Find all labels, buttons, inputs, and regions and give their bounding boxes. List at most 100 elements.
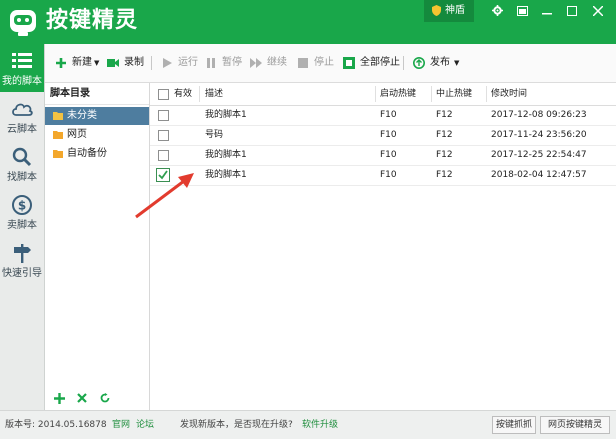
cloud-icon: [12, 103, 33, 116]
nav-label: 卖脚本: [7, 220, 37, 231]
continue-button[interactable]: 继续: [250, 44, 290, 82]
row-stop-hotkey: F12: [436, 150, 453, 160]
column-header-start-hotkey[interactable]: 启动热键: [380, 83, 416, 105]
key-capture-button[interactable]: 按键抓抓: [492, 416, 536, 434]
tree-item-uncategorized[interactable]: 未分类: [45, 107, 149, 125]
status-bar: 版本号: 2014.05.16878 官网 论坛 发现新版本，是否现在升级? 软…: [0, 410, 616, 439]
close-icon: [77, 393, 87, 403]
publish-icon: [413, 57, 425, 69]
add-folder-button[interactable]: [52, 393, 66, 407]
nav-label: 我的脚本: [2, 76, 42, 87]
table-row[interactable]: 号码 F10 F12 2017-11-24 23:56:20: [150, 126, 616, 146]
app-title: 按键精灵: [46, 8, 139, 33]
row-checkbox[interactable]: [158, 150, 169, 161]
row-start-hotkey: F10: [380, 150, 397, 160]
delete-folder-button[interactable]: [75, 393, 89, 407]
settings-button[interactable]: [488, 3, 506, 19]
minimize-button[interactable]: [538, 3, 556, 19]
skin-button[interactable]: [513, 3, 531, 19]
folder-icon: [53, 150, 63, 158]
refresh-button[interactable]: [98, 393, 112, 407]
tree-item-label: 网页: [67, 129, 87, 140]
stop-all-label: 全部停止: [360, 57, 400, 68]
robot-logo-icon: [10, 10, 36, 36]
publish-button[interactable]: 发布 ▼: [413, 44, 463, 82]
row-modified-time: 2017-12-25 22:54:47: [491, 150, 587, 160]
table-row[interactable]: 我的脚本1 F10 F12 2018-02-04 12:47:57: [150, 166, 616, 186]
title-bar: 按键精灵 神盾: [0, 0, 616, 44]
forum-link[interactable]: 论坛: [136, 411, 154, 439]
nav-find-scripts[interactable]: 找脚本: [0, 140, 44, 188]
row-modified-time: 2017-12-08 09:26:23: [491, 110, 587, 120]
nav-label: 快速引导: [2, 268, 42, 279]
stop-button[interactable]: 停止: [297, 44, 334, 82]
shield-button[interactable]: 神盾: [424, 0, 474, 22]
row-modified-time: 2018-02-04 12:47:57: [491, 170, 587, 180]
tree-footer: [45, 390, 149, 410]
run-button[interactable]: 运行: [161, 44, 198, 82]
search-icon: [12, 147, 32, 167]
upgrade-link[interactable]: 软件升级: [302, 411, 338, 439]
script-table: 有效 描述 启动热键 中止热键 修改时间 我的脚本1 F10 F12 2017-…: [150, 83, 616, 410]
row-description: 我的脚本1: [205, 150, 247, 160]
list-icon: [12, 53, 32, 68]
nav-cloud-scripts[interactable]: 云脚本: [0, 92, 44, 140]
row-start-hotkey: F10: [380, 170, 397, 180]
pause-label: 暂停: [222, 57, 242, 68]
nav-label: 云脚本: [7, 124, 37, 135]
row-description: 我的脚本1: [205, 170, 247, 180]
column-header-enabled[interactable]: 有效: [174, 83, 192, 105]
web-macro-button[interactable]: 网页按键精灵: [540, 416, 610, 434]
maximize-button[interactable]: [563, 3, 581, 19]
column-divider: [486, 86, 487, 102]
stop-all-icon: [343, 57, 355, 69]
row-checkbox[interactable]: [158, 110, 169, 121]
plus-icon: [53, 393, 65, 404]
maximize-icon: [567, 6, 577, 16]
column-divider: [199, 86, 200, 102]
nav-my-scripts[interactable]: 我的脚本: [0, 44, 44, 92]
stop-label: 停止: [314, 57, 334, 68]
version-text: 版本号: 2014.05.16878: [5, 420, 107, 430]
row-description: 我的脚本1: [205, 110, 247, 120]
new-label: 新建: [72, 57, 92, 68]
new-button[interactable]: 新建 ▼: [55, 44, 101, 82]
folder-icon: [53, 112, 63, 120]
column-divider: [375, 86, 376, 102]
left-nav: 我的脚本 云脚本 找脚本 $ 卖脚本 快速引导: [0, 44, 45, 410]
nav-quick-guide[interactable]: 快速引导: [0, 236, 44, 284]
dropdown-arrow-icon: ▼: [454, 59, 460, 67]
run-label: 运行: [178, 57, 198, 68]
column-header-stop-hotkey[interactable]: 中止热键: [436, 83, 472, 105]
row-stop-hotkey: F12: [436, 110, 453, 120]
tree-item-auto-backup[interactable]: 自动备份: [45, 145, 149, 163]
folder-icon: [53, 131, 63, 139]
video-camera-icon: [107, 59, 119, 67]
window-icon: [516, 6, 528, 16]
update-message: 发现新版本，是否现在升级?: [180, 420, 293, 430]
tree-item-label: 自动备份: [67, 148, 107, 159]
row-checkbox[interactable]: [158, 130, 169, 141]
nav-sell-scripts[interactable]: $ 卖脚本: [0, 188, 44, 236]
record-button[interactable]: 录制: [107, 44, 147, 82]
tree-item-label: 未分类: [67, 110, 97, 121]
column-header-description[interactable]: 描述: [205, 83, 223, 105]
stop-all-button[interactable]: 全部停止: [343, 44, 400, 82]
column-header-modified-time[interactable]: 修改时间: [491, 83, 527, 105]
shield-label: 神盾: [445, 5, 465, 16]
play-icon: [163, 58, 172, 68]
tree-item-webpage[interactable]: 网页: [45, 126, 149, 144]
dropdown-arrow-icon: ▼: [94, 59, 100, 67]
row-stop-hotkey: F12: [436, 170, 453, 180]
table-row[interactable]: 我的脚本1 F10 F12 2017-12-25 22:54:47: [150, 146, 616, 166]
plus-icon: [56, 58, 66, 68]
table-row[interactable]: 我的脚本1 F10 F12 2017-12-08 09:26:23: [150, 106, 616, 126]
select-all-checkbox[interactable]: [158, 89, 169, 100]
row-start-hotkey: F10: [380, 110, 397, 120]
official-site-link[interactable]: 官网: [112, 411, 130, 439]
record-label: 录制: [124, 57, 144, 68]
close-button[interactable]: [589, 3, 607, 19]
annotation-arrow: [135, 173, 194, 219]
shield-icon: [432, 5, 441, 16]
pause-button[interactable]: 暂停: [205, 44, 242, 82]
